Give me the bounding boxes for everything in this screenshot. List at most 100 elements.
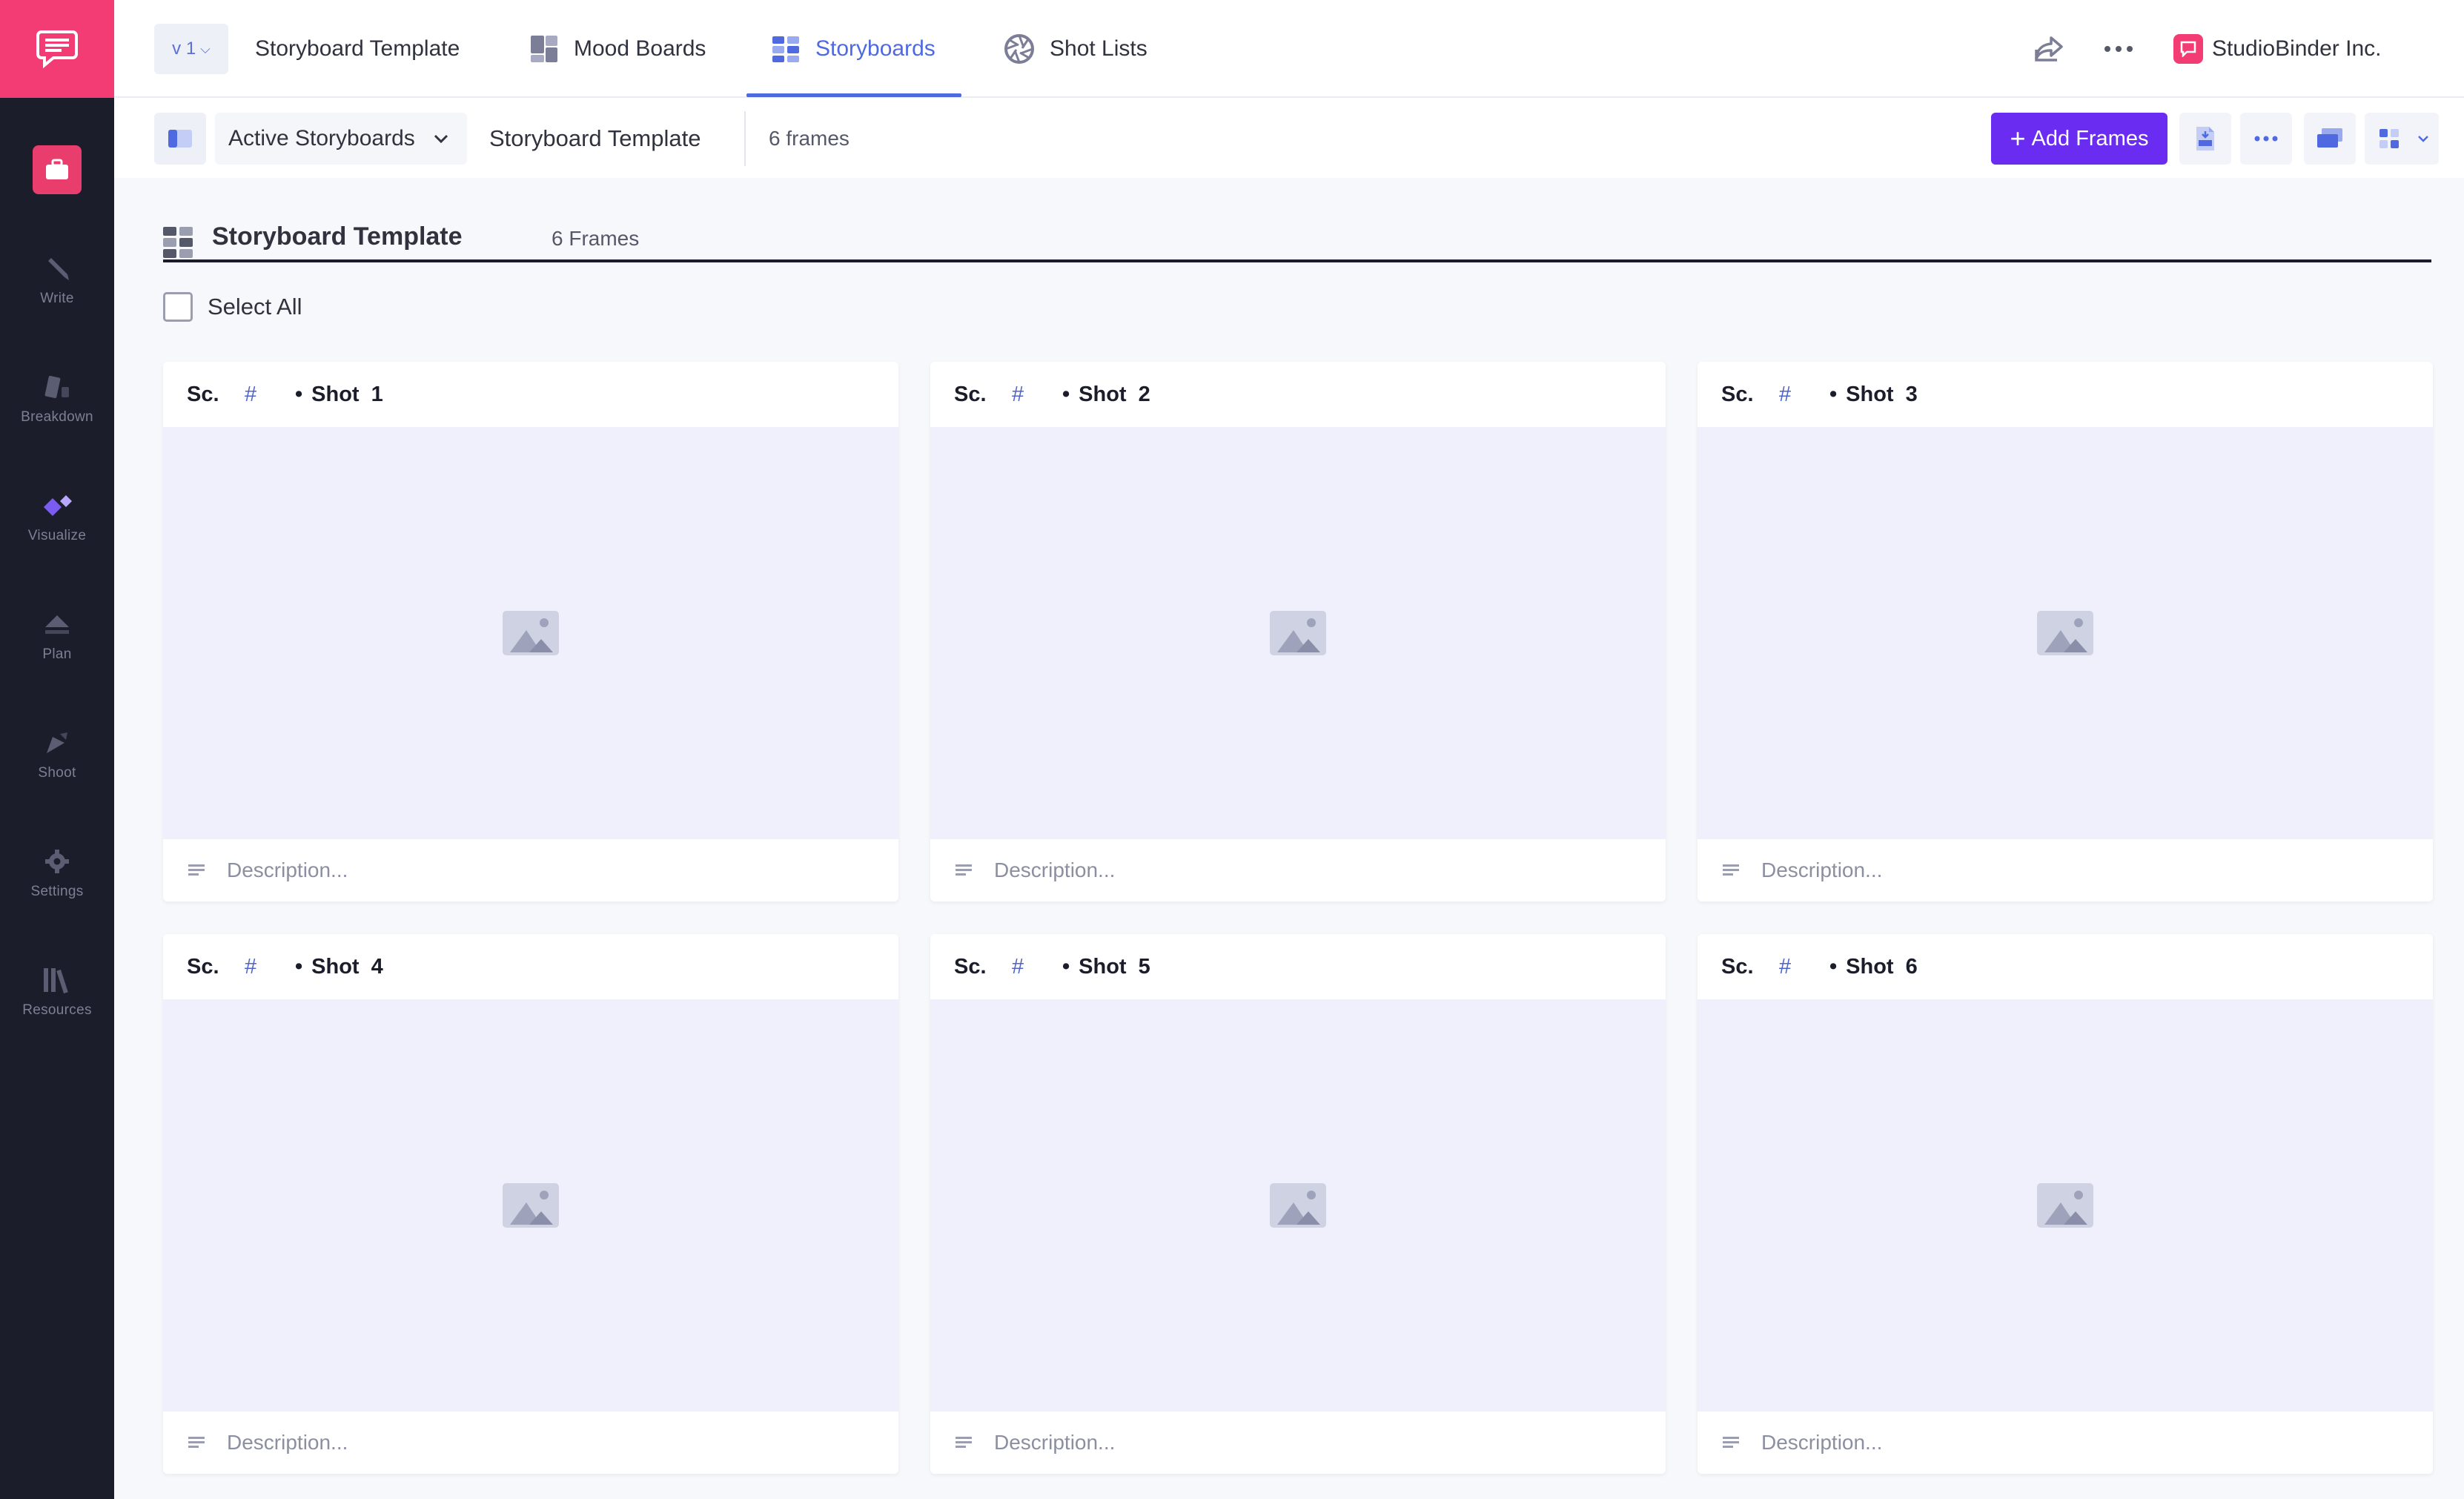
shoot-icon [41,727,73,759]
shot-number[interactable]: 5 [1139,955,1150,979]
tab-storyboards[interactable]: Storyboards [771,0,935,98]
scene-number-field[interactable]: # [1012,955,1062,979]
shot-number[interactable]: 1 [371,383,383,407]
bullet-separator: • [1829,954,1838,979]
scene-label[interactable]: Sc. [1721,383,1779,407]
frame-image-dropzone[interactable] [930,427,1666,839]
text-lines-icon [188,864,205,876]
tab-storyboard-template[interactable]: Storyboard Template [255,0,460,98]
bullet-separator: • [1062,382,1070,406]
view-layout-dropdown[interactable] [2365,113,2439,165]
bullet-separator: • [1829,382,1838,406]
bullet-separator: • [295,954,303,979]
sidebar-item-plan[interactable]: Plan [0,608,114,689]
frame-image-dropzone[interactable] [930,999,1666,1412]
scene-label[interactable]: Sc. [187,383,245,407]
shot-number[interactable]: 6 [1906,955,1918,979]
scene-label[interactable]: Sc. [954,955,1012,979]
add-frames-button[interactable]: + Add Frames [1991,113,2167,165]
frame-card[interactable]: Sc. # • Shot 6 Description... [1698,934,2433,1474]
plan-icon [41,608,73,641]
mood-board-icon [529,34,559,64]
image-placeholder-icon [2037,611,2093,655]
frame-image-dropzone[interactable] [1698,427,2433,839]
select-all-control[interactable]: Select All [163,289,302,325]
visualize-icon [41,489,73,522]
tab-label: Mood Boards [574,36,706,61]
section-frame-count: 6 Frames [552,227,640,250]
export-pdf-button[interactable] [2179,113,2231,165]
sidebar-item-breakdown[interactable]: Breakdown [0,371,114,452]
aperture-icon [1004,33,1035,64]
briefcase-icon [46,159,68,179]
description-placeholder: Description... [994,858,1116,881]
storyboard-grid-icon [771,34,801,64]
grid-layout-icon [2379,129,2399,148]
frame-header: Sc. # • Shot 3 [1698,362,2433,427]
frame-image-dropzone[interactable] [163,999,898,1412]
sidebar-item-resources[interactable]: Resources [0,964,114,1045]
present-button[interactable] [2304,113,2356,165]
frame-description-field[interactable]: Description... [930,1412,1666,1474]
pencil-icon [41,252,73,285]
sidebar-item-shoot[interactable]: Shoot [0,727,114,808]
frame-description-field[interactable]: Description... [163,839,898,901]
toggle-panel-button[interactable] [154,113,206,165]
sidebar-item-label: Settings [30,884,84,899]
scene-number-field[interactable]: # [245,955,295,979]
frame-card[interactable]: Sc. # • Shot 1 Description... [163,362,898,901]
scene-label[interactable]: Sc. [954,383,1012,407]
frame-image-dropzone[interactable] [163,427,898,839]
description-placeholder: Description... [227,858,348,881]
frame-card[interactable]: Sc. # • Shot 4 Description... [163,934,898,1474]
tab-shot-lists[interactable]: Shot Lists [1004,0,1147,98]
frame-header: Sc. # • Shot 6 [1698,934,2433,999]
image-placeholder-icon [1270,611,1326,655]
frame-image-dropzone[interactable] [1698,999,2433,1412]
storyboard-toolbar: Active Storyboards Storyboard Template 6… [114,99,2464,178]
frame-count: 6 frames [769,127,850,150]
breakdown-icon [41,371,73,403]
tab-mood-boards[interactable]: Mood Boards [529,0,706,98]
sidebar-projects-button[interactable] [33,145,82,194]
storyboard-content: Storyboard Template 6 Frames Select All … [114,178,2464,1499]
toolbar-divider [744,111,746,166]
sidebar-item-write[interactable]: Write [0,252,114,334]
scene-number-field[interactable]: # [1012,383,1062,407]
frame-header: Sc. # • Shot 5 [930,934,1666,999]
shot-number[interactable]: 2 [1139,383,1150,407]
top-navigation-bar: v 1 ⌵ Storyboard Template Mood Boards St… [114,0,2464,98]
scene-number-field[interactable]: # [245,383,295,407]
frame-description-field[interactable]: Description... [163,1412,898,1474]
active-tab-indicator [746,93,961,97]
frame-card[interactable]: Sc. # • Shot 3 Description... [1698,362,2433,901]
share-button[interactable] [2030,30,2068,68]
sidebar-item-label: Plan [42,646,72,662]
sidebar-item-settings[interactable]: Settings [0,845,114,927]
more-options-button[interactable] [2099,30,2138,68]
scene-label[interactable]: Sc. [187,955,245,979]
scene-number-field[interactable]: # [1779,955,1829,979]
toolbar-more-button[interactable] [2240,113,2292,165]
sidebar-item-label: Resources [22,1002,92,1018]
frame-card[interactable]: Sc. # • Shot 5 Description... [930,934,1666,1474]
studiobinder-logo[interactable] [0,0,114,98]
frame-description-field[interactable]: Description... [1698,1412,2433,1474]
bullet-separator: • [295,382,303,406]
image-placeholder-icon [2037,1183,2093,1228]
version-dropdown[interactable]: v 1 ⌵ [154,24,228,74]
scene-label[interactable]: Sc. [1721,955,1779,979]
scene-number-field[interactable]: # [1779,383,1829,407]
frame-card[interactable]: Sc. # • Shot 2 Description... [930,362,1666,901]
frame-header: Sc. # • Shot 2 [930,362,1666,427]
frame-description-field[interactable]: Description... [1698,839,2433,901]
sidebar-item-visualize[interactable]: Visualize [0,489,114,571]
frame-description-field[interactable]: Description... [930,839,1666,901]
shot-number[interactable]: 4 [371,955,383,979]
company-switcher[interactable]: StudioBinder Inc. [2173,25,2381,73]
select-all-checkbox[interactable] [163,292,193,322]
storyboard-title[interactable]: Storyboard Template [489,113,701,165]
shot-number[interactable]: 3 [1906,383,1918,407]
tab-label: Storyboards [815,36,935,61]
storyboard-filter-dropdown[interactable]: Active Storyboards [215,113,467,165]
